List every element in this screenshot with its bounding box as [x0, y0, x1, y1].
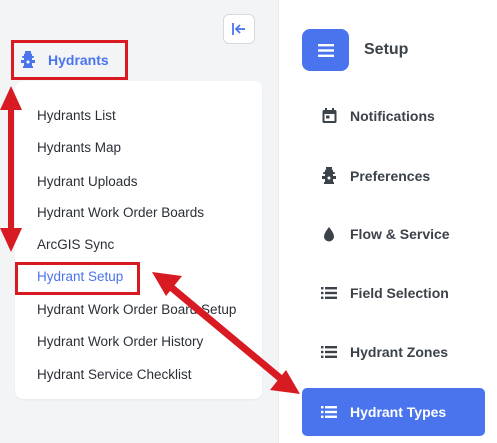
setup-item-notifications[interactable]: Notifications	[320, 108, 435, 124]
setup-item-label: Hydrant Zones	[350, 344, 449, 360]
submenu-item-hydrant-work-order-history[interactable]: Hydrant Work Order History	[37, 334, 203, 349]
water-drop-icon	[320, 226, 338, 242]
submenu-item-hydrant-uploads[interactable]: Hydrant Uploads	[37, 174, 138, 189]
hydrants-submenu: Hydrants List Hydrants Map Hydrant Uploa…	[15, 81, 262, 399]
setup-item-hydrant-types[interactable]: Hydrant Types	[302, 388, 485, 436]
setup-header: Setup	[302, 29, 408, 71]
sidebar-section-hydrants[interactable]: Hydrants	[11, 40, 128, 80]
setup-item-preferences[interactable]: Preferences	[320, 167, 430, 185]
list-icon	[320, 287, 338, 299]
submenu-item-hydrants-map[interactable]: Hydrants Map	[37, 140, 121, 155]
setup-title: Setup	[364, 41, 409, 58]
hydrant-setup-highlight-box	[15, 262, 140, 295]
setup-item-label: Field Selection	[350, 285, 449, 301]
submenu-item-hydrant-work-order-boards[interactable]: Hydrant Work Order Boards	[37, 205, 204, 220]
setup-item-field-selection[interactable]: Field Selection	[320, 285, 449, 301]
list-icon	[320, 406, 338, 418]
setup-item-label: Preferences	[350, 168, 431, 184]
submenu-item-hydrant-work-order-board-setup[interactable]: Hydrant Work Order Board Setup	[37, 302, 236, 317]
setup-item-label: Notifications	[350, 108, 435, 124]
setup-item-label: Hydrant Types	[350, 404, 447, 420]
collapse-left-icon	[232, 23, 245, 35]
submenu-item-arcgis-sync[interactable]: ArcGIS Sync	[37, 237, 114, 252]
collapse-sidebar-button[interactable]	[223, 14, 255, 44]
submenu-item-hydrants-list[interactable]: Hydrants List	[37, 108, 116, 123]
fire-hydrant-icon	[320, 167, 338, 185]
setup-menu-button[interactable]	[302, 29, 349, 71]
fire-hydrant-icon	[21, 51, 35, 69]
calendar-icon	[320, 108, 338, 124]
setup-item-label: Flow & Service	[350, 226, 450, 242]
setup-item-flow-service[interactable]: Flow & Service	[320, 226, 450, 242]
list-icon	[320, 346, 338, 358]
setup-item-hydrant-zones[interactable]: Hydrant Zones	[320, 344, 448, 360]
hamburger-icon	[317, 43, 334, 57]
sidebar-section-label: Hydrants	[48, 52, 109, 68]
submenu-item-hydrant-service-checklist[interactable]: Hydrant Service Checklist	[37, 367, 192, 382]
